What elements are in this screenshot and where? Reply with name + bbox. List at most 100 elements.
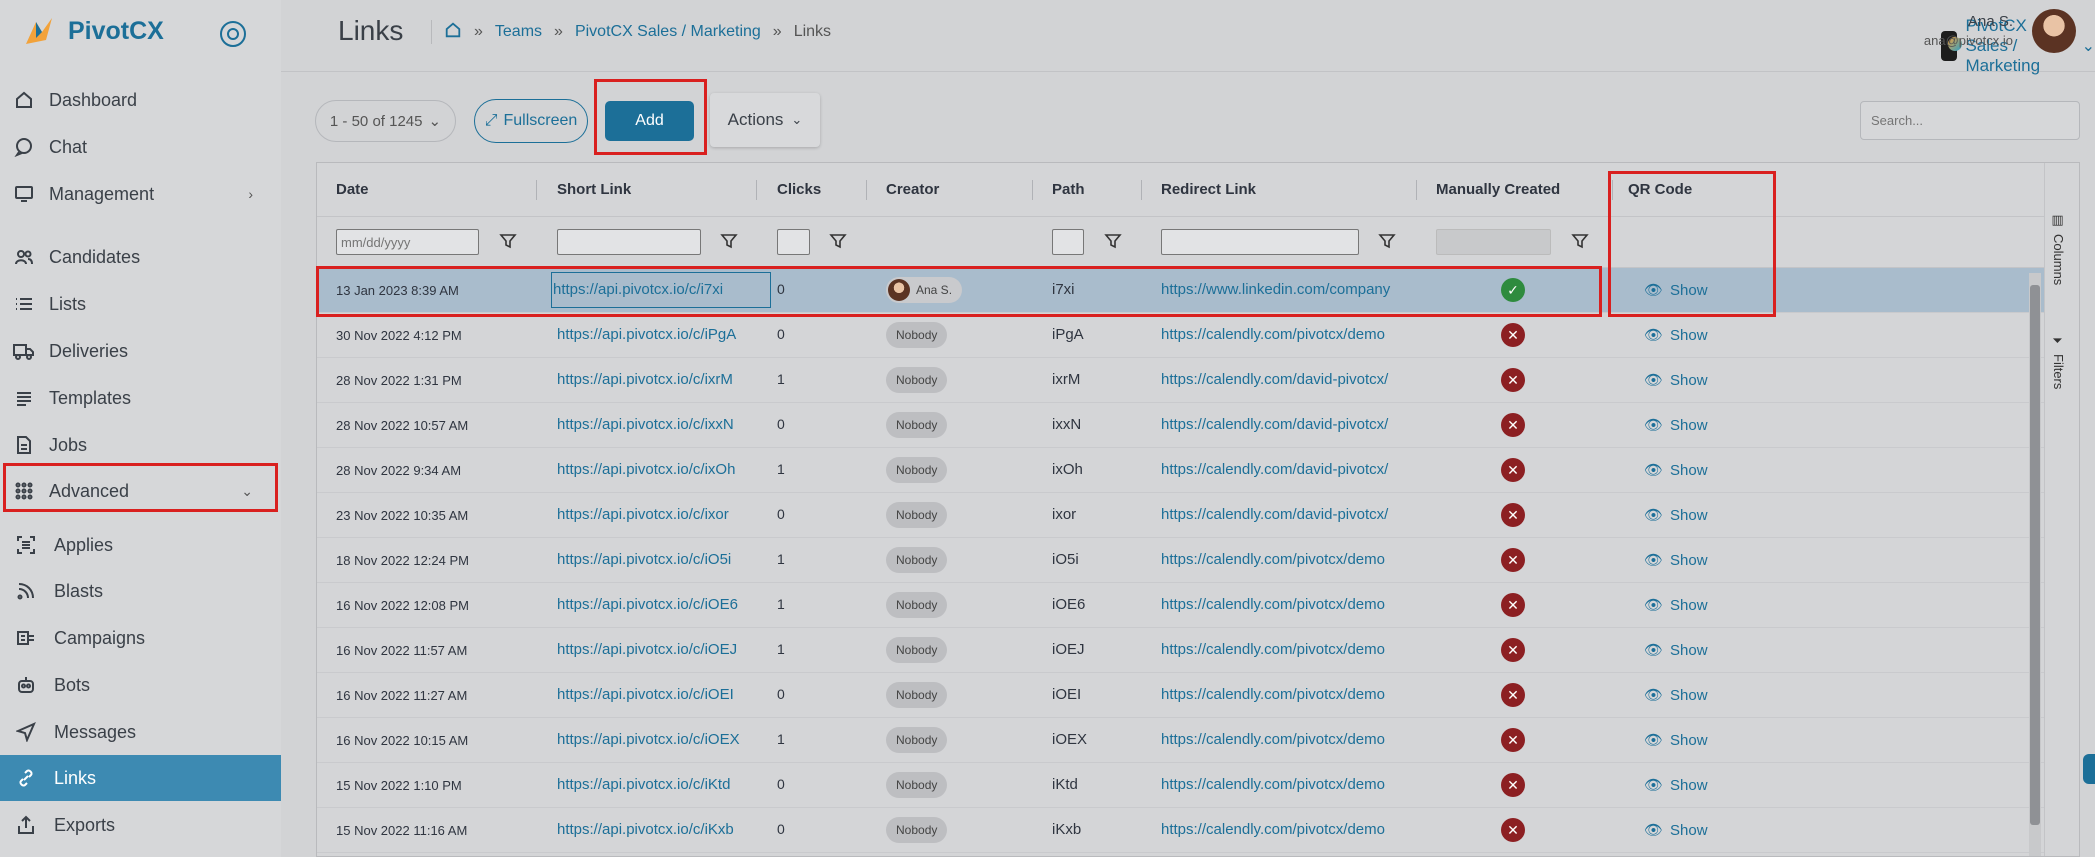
table-row[interactable]: 28 Nov 2022 1:31 PM https://api.pivotcx.…	[317, 358, 2044, 403]
column-divider[interactable]	[866, 180, 867, 200]
sidebar-item-lists[interactable]: Lists	[0, 281, 281, 327]
qr-show-link[interactable]: 👁 Show	[1644, 551, 1708, 570]
avatar[interactable]	[2032, 9, 2076, 53]
qr-show-link[interactable]: 👁 Show	[1644, 281, 1708, 300]
filter-icon[interactable]	[720, 232, 738, 250]
pagination-dropdown[interactable]: 1 - 50 of 1245 ⌄	[315, 100, 456, 142]
table-row[interactable]: 15 Nov 2022 11:16 AM https://api.pivotcx…	[317, 808, 2044, 853]
qr-show-link[interactable]: 👁 Show	[1644, 641, 1708, 660]
redirect-link[interactable]: https://calendly.com/pivotcx/demo	[1161, 821, 1416, 838]
redirect-link[interactable]: https://calendly.com/pivotcx/demo	[1161, 596, 1416, 613]
sidebar-item-candidates[interactable]: Candidates	[0, 234, 281, 280]
column-divider[interactable]	[756, 180, 757, 200]
search-input[interactable]	[1860, 101, 2080, 140]
table-row[interactable]: 23 Nov 2022 10:35 AM https://api.pivotcx…	[317, 493, 2044, 538]
filter-icon[interactable]	[499, 232, 517, 250]
sidebar-item-advanced[interactable]: Advanced ⌄	[0, 468, 281, 514]
manually-created-filter-select[interactable]	[1436, 229, 1551, 255]
column-header-qr-code[interactable]: QR Code	[1628, 181, 1692, 198]
vertical-scrollbar[interactable]	[2029, 273, 2041, 856]
redirect-link[interactable]: https://calendly.com/david-pivotcx/	[1161, 416, 1416, 433]
short-link[interactable]: https://api.pivotcx.io/c/iOEI	[557, 686, 757, 703]
column-divider[interactable]	[536, 180, 537, 200]
qr-show-link[interactable]: 👁 Show	[1644, 371, 1708, 390]
short-link[interactable]: https://api.pivotcx.io/c/ixor	[557, 506, 757, 523]
column-divider[interactable]	[1032, 180, 1033, 200]
filters-tab[interactable]: ⏷ Filters	[2051, 335, 2066, 389]
short-link[interactable]: https://api.pivotcx.io/c/iO5i	[557, 551, 757, 568]
short-link[interactable]: https://api.pivotcx.io/c/iOEX	[557, 731, 757, 748]
short-link[interactable]: https://api.pivotcx.io/c/ixrM	[557, 371, 757, 388]
column-divider[interactable]	[1612, 180, 1613, 200]
sidebar-item-blasts[interactable]: Blasts	[0, 568, 281, 614]
short-link[interactable]: https://api.pivotcx.io/c/i7xi	[551, 272, 771, 308]
filter-icon[interactable]	[1378, 232, 1396, 250]
short-link[interactable]: https://api.pivotcx.io/c/iKxb	[557, 821, 757, 838]
qr-show-link[interactable]: 👁 Show	[1644, 416, 1708, 435]
column-header-manually-created[interactable]: Manually Created	[1436, 181, 1560, 198]
user-menu[interactable]: Ana S. ana@pivotcx.io	[1924, 13, 2013, 48]
table-row[interactable]: 28 Nov 2022 9:34 AM https://api.pivotcx.…	[317, 448, 2044, 493]
redirect-link-filter-input[interactable]	[1161, 229, 1359, 255]
table-row[interactable]: 13 Jan 2023 8:39 AM https://api.pivotcx.…	[317, 268, 2044, 313]
qr-show-link[interactable]: 👁 Show	[1644, 731, 1708, 750]
short-link[interactable]: https://api.pivotcx.io/c/iOEJ	[557, 641, 757, 658]
sidebar-item-links[interactable]: Links	[0, 755, 281, 801]
qr-show-link[interactable]: 👁 Show	[1644, 776, 1708, 795]
table-row[interactable]: 16 Nov 2022 10:15 AM https://api.pivotcx…	[317, 718, 2044, 763]
column-divider[interactable]	[1416, 180, 1417, 200]
filter-icon[interactable]	[829, 232, 847, 250]
redirect-link[interactable]: https://calendly.com/pivotcx/demo	[1161, 326, 1416, 343]
app-logo[interactable]: PivotCX	[22, 14, 164, 48]
column-header-clicks[interactable]: Clicks	[777, 181, 821, 198]
short-link[interactable]: https://api.pivotcx.io/c/ixxN	[557, 416, 757, 433]
redirect-link[interactable]: https://www.linkedin.com/company	[1161, 281, 1416, 298]
sidebar-item-campaigns[interactable]: Campaigns	[0, 615, 281, 661]
sidebar-item-templates[interactable]: Templates	[0, 375, 281, 421]
sidebar-item-exports[interactable]: Exports	[0, 802, 281, 848]
qr-show-link[interactable]: 👁 Show	[1644, 326, 1708, 345]
redirect-link[interactable]: https://calendly.com/pivotcx/demo	[1161, 731, 1416, 748]
column-header-short-link[interactable]: Short Link	[557, 181, 631, 198]
short-link[interactable]: https://api.pivotcx.io/c/iOE6	[557, 596, 757, 613]
fullscreen-button[interactable]: ⤢ Fullscreen	[474, 99, 588, 143]
short-link[interactable]: https://api.pivotcx.io/c/iKtd	[557, 776, 757, 793]
sidebar-item-chat[interactable]: Chat	[0, 124, 281, 170]
clicks-filter-input[interactable]	[777, 229, 810, 255]
add-button[interactable]: Add	[605, 101, 694, 141]
qr-show-link[interactable]: 👁 Show	[1644, 821, 1708, 840]
column-header-path[interactable]: Path	[1052, 181, 1085, 198]
qr-show-link[interactable]: 👁 Show	[1644, 686, 1708, 705]
home-icon[interactable]	[444, 21, 462, 44]
qr-show-link[interactable]: 👁 Show	[1644, 461, 1708, 480]
table-row[interactable]: 18 Nov 2022 12:24 PM https://api.pivotcx…	[317, 538, 2044, 583]
short-link[interactable]: https://api.pivotcx.io/c/ixOh	[557, 461, 757, 478]
breadcrumb-team[interactable]: PivotCX Sales / Marketing	[575, 23, 761, 41]
column-header-date[interactable]: Date	[336, 181, 369, 198]
columns-tab[interactable]: ▥ Columns	[2051, 213, 2066, 285]
table-row[interactable]: 15 Nov 2022 1:10 PM https://api.pivotcx.…	[317, 763, 2044, 808]
sidebar-item-applies[interactable]: Applies	[0, 522, 281, 568]
redirect-link[interactable]: https://calendly.com/pivotcx/demo	[1161, 551, 1416, 568]
table-row[interactable]: 28 Nov 2022 10:57 AM https://api.pivotcx…	[317, 403, 2044, 448]
actions-dropdown[interactable]: Actions ⌄	[710, 93, 820, 147]
sidebar-item-management[interactable]: Management ›	[0, 171, 281, 217]
redirect-link[interactable]: https://calendly.com/david-pivotcx/	[1161, 371, 1416, 388]
scrollbar-thumb[interactable]	[2030, 285, 2040, 825]
table-row[interactable]: 16 Nov 2022 11:57 AM https://api.pivotcx…	[317, 628, 2044, 673]
column-header-creator[interactable]: Creator	[886, 181, 939, 198]
redirect-link[interactable]: https://calendly.com/pivotcx/demo	[1161, 641, 1416, 658]
redirect-link[interactable]: https://calendly.com/pivotcx/demo	[1161, 686, 1416, 703]
column-divider[interactable]	[1141, 180, 1142, 200]
filter-icon[interactable]	[1104, 232, 1122, 250]
table-row[interactable]: 30 Nov 2022 4:12 PM https://api.pivotcx.…	[317, 313, 2044, 358]
sidebar-item-dashboard[interactable]: Dashboard	[0, 77, 281, 123]
table-row[interactable]: 16 Nov 2022 12:08 PM https://api.pivotcx…	[317, 583, 2044, 628]
sidebar-item-deliveries[interactable]: Deliveries	[0, 328, 281, 374]
redirect-link[interactable]: https://calendly.com/pivotcx/demo	[1161, 776, 1416, 793]
redirect-link[interactable]: https://calendly.com/david-pivotcx/	[1161, 506, 1416, 523]
sidebar-toggle-button[interactable]	[220, 21, 246, 47]
filter-icon[interactable]	[1571, 232, 1589, 250]
qr-show-link[interactable]: 👁 Show	[1644, 596, 1708, 615]
sidebar-item-bots[interactable]: Bots	[0, 662, 281, 708]
